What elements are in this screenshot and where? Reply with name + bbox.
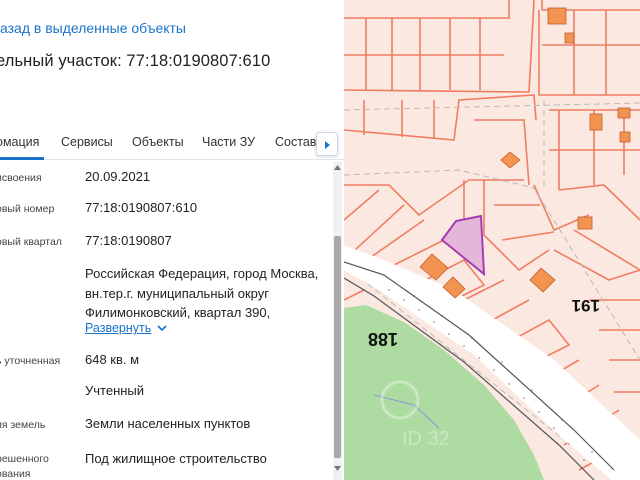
cadastral-map[interactable]: 188 191 ID 32 (344, 0, 640, 480)
scroll-up-arrow-icon[interactable] (334, 165, 341, 170)
tab-parts[interactable]: Части ЗУ (202, 135, 255, 149)
active-tab-indicator (0, 157, 44, 160)
label-188: 188 (368, 329, 398, 349)
scroll-down-arrow-icon[interactable] (334, 466, 341, 471)
tab-information[interactable]: омация (0, 135, 39, 149)
back-link-label: азад в выделенные объекты (0, 20, 186, 36)
tab-services[interactable]: Сервисы (61, 135, 113, 149)
field-label-cadastral-number: овый номер (0, 203, 55, 215)
tabs-scroll-right-button[interactable] (316, 132, 338, 156)
field-label-permitted-use-line2: ования (0, 468, 31, 480)
expand-label: Развернуть (85, 321, 152, 335)
tab-composition[interactable]: Состав (275, 135, 316, 149)
field-value-cadastral-quarter: 77:18:0190807 (85, 233, 172, 248)
watermark-text: ID 32 (402, 428, 450, 450)
field-label-land-category: ия земель (0, 419, 46, 431)
tab-objects[interactable]: Объекты (132, 135, 184, 149)
chevron-down-icon (157, 325, 167, 332)
field-value-cadastral-number: 77:18:0190807:610 (85, 200, 198, 215)
expand-address-link[interactable]: Развернуть (85, 321, 167, 335)
field-label-assign-date: исвоения (0, 172, 42, 184)
label-191: 191 (572, 296, 600, 315)
field-label-permitted-use: решенного (0, 453, 49, 465)
field-value-status: Учтенный (85, 383, 145, 398)
map-canvas[interactable]: 188 191 ID 32 (344, 0, 640, 480)
back-to-selected-link[interactable]: азад в выделенные объекты (0, 20, 186, 36)
page-title: ельный участок: 77:18:0190807:610 (0, 52, 271, 70)
field-value-permitted-use: Под жилищное строительство (85, 451, 267, 466)
field-value-address: Российская Федерация, город Москва, вн.т… (85, 266, 319, 320)
chevron-right-icon (325, 141, 330, 149)
info-panel: азад в выделенные объекты ельный участок… (0, 0, 344, 480)
field-value-assign-date: 20.09.2021 (85, 169, 151, 184)
panel-scrollbar-thumb[interactable] (334, 236, 341, 458)
field-value-area: 648 кв. м (85, 352, 140, 367)
field-label-cadastral-quarter: овый квартал (0, 236, 62, 248)
field-label-area: ь уточненная (0, 355, 61, 367)
tab-bar: омация Сервисы Объекты Части ЗУ Состав (0, 126, 344, 160)
field-value-land-category: Земли населенных пунктов (85, 416, 251, 431)
